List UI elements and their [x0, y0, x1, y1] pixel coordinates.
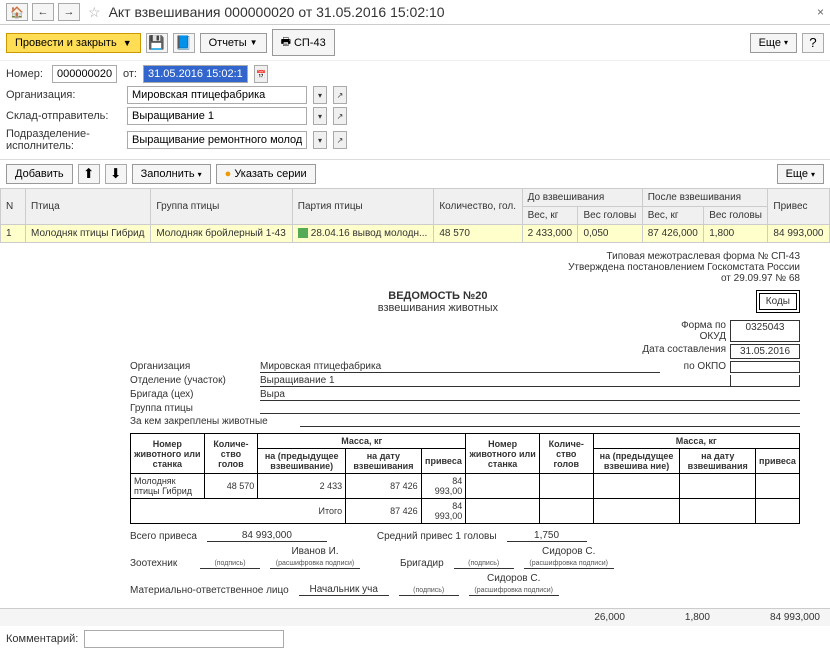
cell-n: 1 [1, 225, 26, 243]
col-after-head[interactable]: Вес головы [704, 207, 768, 225]
number-label: Номер: [6, 68, 46, 80]
avg-value: 1,750 [507, 530, 587, 542]
save-icon[interactable]: 💾 [146, 33, 168, 53]
report-form-line: Типовая межотраслевая форма № СП-43 [130, 251, 800, 262]
ved-total-row: Итого 87 426 84 993,00 [131, 499, 800, 524]
date-input[interactable] [143, 65, 248, 83]
report-date-line: от 29.09.97 № 68 [130, 273, 800, 284]
col-n[interactable]: N [1, 189, 26, 225]
report-preview: Типовая межотраслевая форма № СП-43 Утве… [0, 243, 830, 608]
zoo-label: Зоотехник [130, 558, 190, 569]
org-dropdown-icon[interactable]: ▾ [313, 86, 327, 104]
org-open-icon[interactable]: ↗ [333, 86, 347, 104]
footer-totals: 26,000 1,800 84 993,000 [0, 608, 830, 626]
brigadir-label: Бригадир [400, 558, 444, 569]
avg-label: Средний привес 1 головы [377, 531, 497, 542]
col-bird[interactable]: Птица [26, 189, 151, 225]
report-date-label: Дата составления [630, 344, 730, 359]
cell-after-kg: 87 426,000 [642, 225, 703, 243]
series-button[interactable]: ● Указать серии [216, 164, 316, 184]
warehouse-dropdown-icon[interactable]: ▾ [313, 107, 327, 125]
report-date-value: 31.05.2016 [730, 344, 800, 359]
org-input[interactable] [127, 86, 307, 104]
calendar-icon[interactable]: 📅 [254, 65, 268, 83]
report-org-label: Организация [130, 361, 260, 373]
back-icon[interactable]: ← [32, 3, 54, 21]
move-up-icon[interactable]: ⬆ [78, 164, 100, 184]
division-input[interactable] [127, 131, 307, 149]
okpo-label: по ОКПО [660, 361, 730, 373]
report-brigade-value: Выра [260, 389, 800, 401]
cell-batch: 28.04.16 вывод молодн... [292, 225, 434, 243]
star-icon[interactable]: ☆ [88, 4, 101, 21]
org-label: Организация: [6, 89, 121, 101]
col-before[interactable]: До взвешивания [522, 189, 642, 207]
fill-button[interactable]: Заполнить ▾ [132, 164, 211, 184]
col-group[interactable]: Группа птицы [151, 189, 292, 225]
add-button[interactable]: Добавить [6, 164, 73, 184]
col-after[interactable]: После взвешивания [642, 189, 768, 207]
codes-table: Коды [756, 290, 800, 313]
reports-button[interactable]: Отчеты ▼ [200, 33, 267, 53]
report-group-label: Группа птицы [130, 403, 260, 414]
vedomost-table: Номер животного или станка Количе-ство г… [130, 433, 800, 524]
total-gain-label: Всего привеса [130, 531, 197, 542]
report-org-value: Мировская птицефабрика [260, 361, 660, 373]
report-title2: взвешивания животных [130, 302, 746, 314]
sp43-button[interactable]: 🖶 СП-43 [272, 29, 335, 56]
report-dept-value: Выращивание 1 [260, 375, 730, 387]
cell-qty: 48 570 [434, 225, 522, 243]
main-table: N Птица Группа птицы Партия птицы Количе… [0, 188, 830, 243]
okpo-value [730, 361, 800, 373]
col-before-kg[interactable]: Вес, кг [522, 207, 578, 225]
post-icon[interactable]: 📘 [173, 33, 195, 53]
warehouse-label: Склад-отправитель: [6, 110, 121, 122]
report-title1: ВЕДОМОСТЬ №20 [130, 290, 746, 302]
cell-before-head: 0,050 [578, 225, 642, 243]
cell-gain: 84 993,000 [768, 225, 830, 243]
forward-icon[interactable]: → [58, 3, 80, 21]
more-table-button[interactable]: Еще ▾ [777, 164, 824, 184]
report-approved-line: Утверждена постановлением Госкомстата Ро… [130, 262, 800, 273]
close-icon[interactable]: × [817, 5, 824, 19]
brigadir-name: Сидоров С.(расшифровка подписи) [524, 546, 614, 569]
cell-bird: Молодняк птицы Гибрид [26, 225, 151, 243]
comment-label: Комментарий: [6, 633, 78, 645]
more-button[interactable]: Еще ▾ [750, 33, 797, 53]
division-dropdown-icon[interactable]: ▾ [313, 131, 327, 149]
col-before-head[interactable]: Вес головы [578, 207, 642, 225]
date-label: от: [123, 68, 137, 80]
save-close-button[interactable]: Провести и закрыть▼ [6, 33, 141, 53]
zoo-name: Иванов И.(расшифровка подписи) [270, 546, 360, 569]
table-row[interactable]: 1 Молодняк птицы Гибрид Молодняк бройлер… [1, 225, 830, 243]
ved-row: Молодняк птицы Гибрид 48 570 2 433 87 42… [131, 474, 800, 499]
division-label: Подразделение-исполнитель: [6, 128, 121, 152]
report-brigade-label: Бригада (цех) [130, 389, 260, 401]
report-assigned-label: За кем закреплены животные [130, 416, 300, 427]
number-input[interactable] [52, 65, 117, 83]
warehouse-open-icon[interactable]: ↗ [333, 107, 347, 125]
col-qty[interactable]: Количество, гол. [434, 189, 522, 225]
help-button[interactable]: ? [802, 33, 824, 53]
col-batch[interactable]: Партия птицы [292, 189, 434, 225]
page-title: Акт взвешивания 000000020 от 31.05.2016 … [109, 4, 813, 20]
warehouse-input[interactable] [127, 107, 307, 125]
cell-before-kg: 2 433,000 [522, 225, 578, 243]
okud-value: 0325043 [730, 320, 800, 342]
mat-label: Материально-ответственное лицо [130, 585, 289, 596]
home-icon[interactable]: 🏠 [6, 3, 28, 21]
report-dept-label: Отделение (участок) [130, 375, 260, 387]
col-after-kg[interactable]: Вес, кг [642, 207, 703, 225]
comment-input[interactable] [84, 630, 284, 648]
chief-value: Начальник уча [299, 584, 389, 596]
okud-label: Форма по ОКУД [660, 320, 730, 342]
cell-group: Молодняк бройлерный 1-43 [151, 225, 292, 243]
move-down-icon[interactable]: ⬇ [105, 164, 127, 184]
cell-after-head: 1,800 [704, 225, 768, 243]
division-open-icon[interactable]: ↗ [333, 131, 347, 149]
total-gain-value: 84 993,000 [207, 530, 327, 542]
col-gain[interactable]: Привес [768, 189, 830, 225]
